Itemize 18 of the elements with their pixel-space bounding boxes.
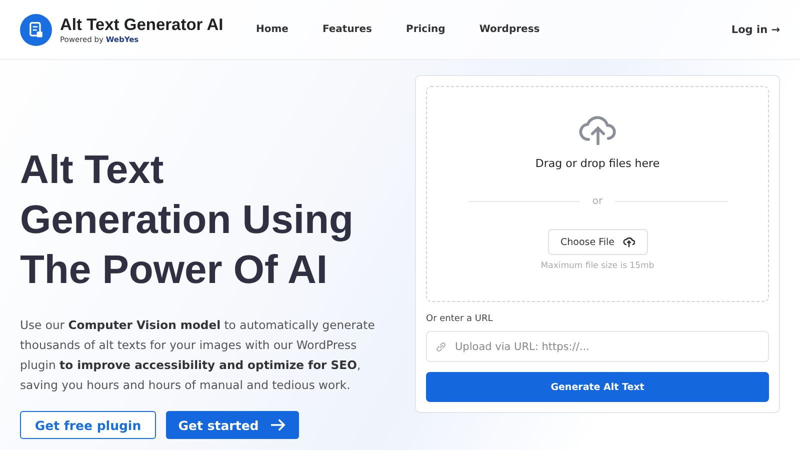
nav-link[interactable]: Features	[322, 24, 372, 35]
generate-button[interactable]: Generate Alt Text	[426, 372, 769, 402]
url-field[interactable]: Upload via URL: https://...	[426, 331, 769, 362]
max-size-note: Maximum file size is 15mb	[540, 261, 654, 271]
url-label: Or enter a URL	[426, 314, 494, 324]
or-separator: or	[592, 196, 603, 207]
nav-link[interactable]: Home	[256, 24, 288, 35]
get-started-button[interactable]: Get started	[166, 411, 299, 439]
choose-file-button[interactable]: Choose File	[548, 229, 648, 255]
hero-description: Use our Computer Vision model to automatically generate thousands of alt texts for your images with our WordPress plugin to improve accessibility and optimize for SEO, saving you hours and hours of manual and tedious work.	[20, 317, 376, 394]
get-plugin-button[interactable]: Get free plugin	[20, 411, 156, 439]
nav-link[interactable]: Pricing	[406, 24, 446, 35]
drop-zone[interactable]: Drag or drop files here or Choose File Maximum file size is 15mb	[426, 86, 769, 302]
drop-text: Drag or drop files here	[535, 157, 660, 170]
nav-link[interactable]: Wordpress	[479, 24, 540, 35]
hero-headline: Alt Text Generation Using The Power Of AI	[20, 147, 354, 294]
login-link[interactable]: Log in →	[731, 24, 780, 36]
brand-title: Alt Text Generator AI	[60, 16, 224, 34]
